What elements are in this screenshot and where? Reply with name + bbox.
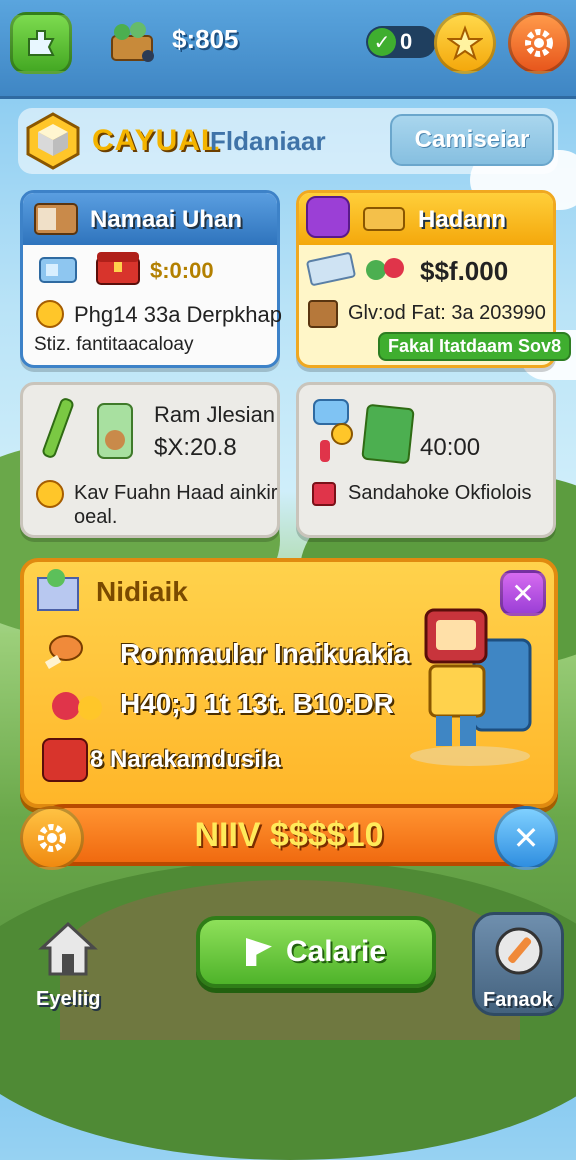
map-card-icon bbox=[361, 403, 415, 465]
favorites-button[interactable] bbox=[434, 12, 496, 74]
crate-icon bbox=[32, 198, 80, 238]
star-icon bbox=[447, 25, 483, 61]
card-2-title: Hadann bbox=[418, 206, 507, 233]
nav-home-button[interactable]: Eyeliig bbox=[30, 920, 110, 1016]
scroll-icon bbox=[92, 400, 138, 462]
berries-icon bbox=[364, 248, 408, 288]
gold-crate-icon bbox=[362, 202, 406, 234]
card-1-value: $:0:00 bbox=[150, 258, 214, 283]
puzzle-piece-icon bbox=[306, 196, 350, 238]
flag-icon bbox=[245, 938, 272, 966]
coin-icon bbox=[36, 300, 64, 328]
promo-line-2: H40;J 1t 13t. B10:DR bbox=[120, 688, 394, 719]
card-2-value: $$f.000 bbox=[420, 256, 509, 286]
card-1-line1: Phg14 33a Derpkhap bbox=[74, 302, 282, 327]
fruit-icon bbox=[50, 686, 106, 726]
settings-button[interactable] bbox=[508, 12, 570, 74]
counter-pill: ✓ 0 bbox=[366, 26, 436, 58]
card-3-line1: Kav Fuahn Haad ainkir bbox=[74, 482, 278, 504]
nav-edit-button[interactable]: Fanaok bbox=[472, 912, 564, 1016]
currency-amount: $:805 bbox=[172, 24, 239, 54]
drumstick-icon bbox=[40, 628, 88, 676]
coin-icon bbox=[36, 480, 64, 508]
tools-icon: ✕ bbox=[512, 820, 540, 856]
card-2-line1: Glv:od Fat: 3a 203990 bbox=[348, 302, 546, 324]
key-icon bbox=[310, 396, 358, 466]
nav-edit-label: Fanaok bbox=[483, 989, 554, 1011]
home-icon bbox=[38, 921, 98, 976]
back-button[interactable] bbox=[10, 12, 72, 74]
chest-icon bbox=[108, 20, 156, 64]
red-chest-icon bbox=[94, 246, 142, 288]
promo-title: Nidiaik bbox=[96, 576, 188, 607]
buy-settings-button[interactable] bbox=[20, 806, 84, 870]
gear-icon bbox=[38, 824, 66, 852]
page-title: CAYUAL bbox=[92, 124, 221, 157]
promo-line-3: 8 Narakamdusila bbox=[90, 746, 281, 773]
potion-icon bbox=[36, 396, 80, 462]
jar-icon bbox=[42, 738, 88, 782]
box-icon bbox=[308, 300, 338, 328]
counter-value: 0 bbox=[400, 29, 413, 54]
promo-line-1: Ronmaular Inaikuakia bbox=[120, 638, 410, 669]
check-icon: ✓ bbox=[368, 28, 396, 56]
primary-action-label: Calarie bbox=[285, 935, 387, 968]
card-3-value: $X:20.8 bbox=[154, 434, 237, 461]
primary-action-button[interactable]: Calarie bbox=[196, 916, 436, 988]
card-4-value: 40:00 bbox=[420, 434, 481, 461]
gift-icon bbox=[312, 482, 336, 506]
buy-tools-button[interactable]: ✕ bbox=[494, 806, 558, 870]
page-subtitle: Fldaniaar bbox=[210, 126, 326, 156]
pencil-icon bbox=[495, 927, 543, 975]
gear-icon bbox=[525, 29, 553, 57]
gem-crate-icon bbox=[34, 566, 84, 616]
card-2-tag: Fakal Itatdaam Sov8 bbox=[378, 332, 572, 361]
card-4-line1: Sandahoke Okfiolois bbox=[348, 482, 532, 504]
buy-button[interactable]: NIIV $$$$10 bbox=[34, 804, 544, 866]
top-bar: $:805 ✓ 0 bbox=[0, 0, 576, 96]
nav-home-label: Eyeliig bbox=[36, 988, 101, 1010]
card-1-line2: Stiz. fantitaacaloay bbox=[34, 334, 194, 355]
robot-character bbox=[400, 600, 540, 770]
puzzle-icon bbox=[28, 30, 55, 56]
header-action-button[interactable]: Camiseiar bbox=[390, 114, 554, 166]
cube-icon bbox=[24, 110, 82, 172]
gem-box-icon bbox=[36, 252, 82, 288]
card-3-title: Ram Jlesian bbox=[154, 402, 276, 427]
card-3-line2: oeal. bbox=[74, 506, 118, 528]
card-1-title: Namaai Uhan bbox=[90, 206, 243, 233]
